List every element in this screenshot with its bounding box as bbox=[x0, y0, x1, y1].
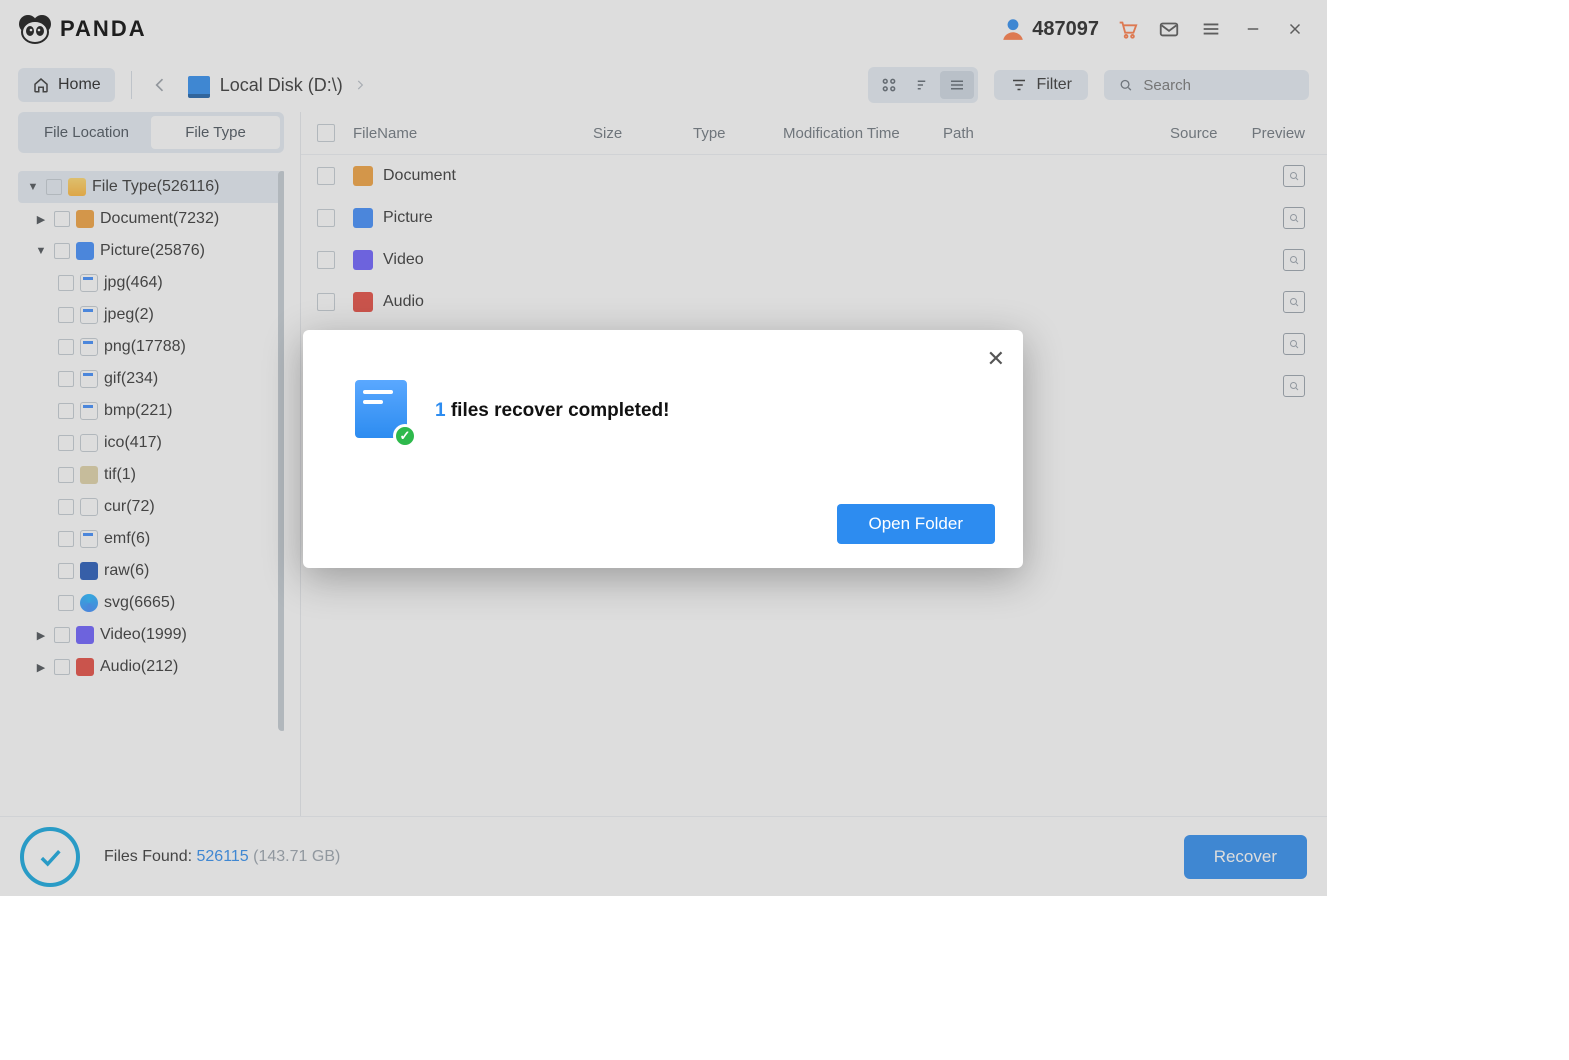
tree-root[interactable]: ▼File Type(526116) bbox=[18, 171, 284, 203]
tree-scrollbar[interactable] bbox=[278, 171, 284, 771]
recover-complete-dialog: ✕ ✓ 1 files recover completed! Open Fold… bbox=[303, 330, 1023, 568]
home-label: Home bbox=[58, 76, 101, 94]
row-name: Picture bbox=[383, 209, 623, 227]
open-folder-button[interactable]: Open Folder bbox=[837, 504, 996, 544]
tree-png[interactable]: png(17788) bbox=[18, 331, 284, 363]
row-type-icon bbox=[353, 250, 373, 270]
filter-label: Filter bbox=[1036, 76, 1072, 94]
recover-button[interactable]: Recover bbox=[1184, 835, 1307, 879]
view-list-button[interactable] bbox=[940, 71, 974, 99]
row-type-icon bbox=[353, 292, 373, 312]
table-header: FileName Size Type Modification Time Pat… bbox=[301, 112, 1327, 155]
brand-text: PANDA bbox=[60, 16, 147, 42]
breadcrumb[interactable]: Local Disk (D:\) bbox=[188, 75, 367, 96]
tree-audio[interactable]: ▶Audio(212) bbox=[18, 651, 284, 683]
user-badge[interactable]: 487097 bbox=[1000, 16, 1099, 42]
titlebar: PANDA 487097 bbox=[0, 0, 1327, 58]
tree-picture[interactable]: ▼Picture(25876) bbox=[18, 235, 284, 267]
view-sort-button[interactable] bbox=[906, 71, 940, 99]
row-type-icon bbox=[353, 208, 373, 228]
table-row[interactable]: Audio bbox=[301, 281, 1327, 323]
table-row[interactable]: Picture bbox=[301, 197, 1327, 239]
tree-bmp[interactable]: bmp(221) bbox=[18, 395, 284, 427]
footer: Files Found: 526115 (143.71 GB) Recover bbox=[0, 816, 1327, 896]
tree-jpg[interactable]: jpg(464) bbox=[18, 267, 284, 299]
user-id: 487097 bbox=[1032, 18, 1099, 41]
col-size[interactable]: Size bbox=[593, 125, 693, 142]
recovered-count: 1 bbox=[435, 400, 446, 421]
files-found: Files Found: 526115 (143.71 GB) bbox=[104, 848, 340, 866]
nav-back-icon[interactable] bbox=[148, 73, 172, 97]
close-icon[interactable] bbox=[1281, 15, 1309, 43]
row-type-icon bbox=[353, 166, 373, 186]
tab-file-location[interactable]: File Location bbox=[22, 116, 151, 149]
chevron-right-icon bbox=[353, 78, 367, 92]
row-name: Document bbox=[383, 167, 623, 185]
tab-file-type[interactable]: File Type bbox=[151, 116, 280, 149]
filter-button[interactable]: Filter bbox=[994, 70, 1088, 100]
col-type[interactable]: Type bbox=[693, 125, 783, 142]
row-checkbox[interactable] bbox=[317, 167, 335, 185]
sidebar: File Location File Type ▼File Type(52611… bbox=[0, 112, 300, 816]
preview-icon[interactable] bbox=[1283, 333, 1305, 355]
files-found-count: 526115 bbox=[197, 848, 249, 865]
tree-tif[interactable]: tif(1) bbox=[18, 459, 284, 491]
preview-icon[interactable] bbox=[1283, 291, 1305, 313]
files-found-label: Files Found: bbox=[104, 848, 192, 865]
search-input[interactable] bbox=[1143, 77, 1295, 94]
app-logo: PANDA bbox=[18, 14, 147, 44]
tree-document[interactable]: ▶Document(7232) bbox=[18, 203, 284, 235]
tree-emf[interactable]: emf(6) bbox=[18, 523, 284, 555]
cart-icon[interactable] bbox=[1113, 15, 1141, 43]
col-mod[interactable]: Modification Time bbox=[783, 125, 943, 142]
select-all-checkbox[interactable] bbox=[317, 124, 335, 142]
document-success-icon: ✓ bbox=[355, 380, 411, 442]
file-type-tree: ▼File Type(526116) ▶Document(7232) ▼Pict… bbox=[18, 171, 284, 771]
preview-icon[interactable] bbox=[1283, 249, 1305, 271]
tree-svg[interactable]: svg(6665) bbox=[18, 587, 284, 619]
col-preview[interactable]: Preview bbox=[1250, 125, 1305, 142]
minimize-icon[interactable] bbox=[1239, 15, 1267, 43]
col-source[interactable]: Source bbox=[1170, 125, 1250, 142]
dialog-message: 1 files recover completed! bbox=[435, 400, 669, 422]
mail-icon[interactable] bbox=[1155, 15, 1183, 43]
tree-video[interactable]: ▶Video(1999) bbox=[18, 619, 284, 651]
tree-raw[interactable]: raw(6) bbox=[18, 555, 284, 587]
col-filename[interactable]: FileName bbox=[353, 125, 593, 142]
view-switch bbox=[868, 67, 978, 103]
disk-icon bbox=[188, 76, 210, 94]
files-found-size: (143.71 GB) bbox=[253, 848, 340, 865]
row-name: Video bbox=[383, 251, 623, 269]
breadcrumb-text: Local Disk (D:\) bbox=[220, 75, 343, 96]
preview-icon[interactable] bbox=[1283, 207, 1305, 229]
table-row[interactable]: Document bbox=[301, 155, 1327, 197]
table-row[interactable]: Video bbox=[301, 239, 1327, 281]
col-path[interactable]: Path bbox=[943, 125, 1170, 142]
recovered-text: files recover completed! bbox=[451, 400, 670, 421]
search-box[interactable] bbox=[1104, 70, 1309, 100]
scan-complete-icon bbox=[20, 827, 80, 887]
tree-jpeg[interactable]: jpeg(2) bbox=[18, 299, 284, 331]
home-button[interactable]: Home bbox=[18, 68, 115, 102]
tree-ico[interactable]: ico(417) bbox=[18, 427, 284, 459]
view-grid-button[interactable] bbox=[872, 71, 906, 99]
row-name: Audio bbox=[383, 293, 623, 311]
preview-icon[interactable] bbox=[1283, 165, 1305, 187]
tree-cur[interactable]: cur(72) bbox=[18, 491, 284, 523]
dialog-close-icon[interactable]: ✕ bbox=[987, 346, 1005, 372]
menu-icon[interactable] bbox=[1197, 15, 1225, 43]
row-checkbox[interactable] bbox=[317, 251, 335, 269]
toolbar: Home Local Disk (D:\) Filter bbox=[0, 58, 1327, 112]
preview-icon[interactable] bbox=[1283, 375, 1305, 397]
sidebar-tabs: File Location File Type bbox=[18, 112, 284, 153]
row-checkbox[interactable] bbox=[317, 209, 335, 227]
row-checkbox[interactable] bbox=[317, 293, 335, 311]
tree-gif[interactable]: gif(234) bbox=[18, 363, 284, 395]
search-icon bbox=[1118, 76, 1133, 94]
